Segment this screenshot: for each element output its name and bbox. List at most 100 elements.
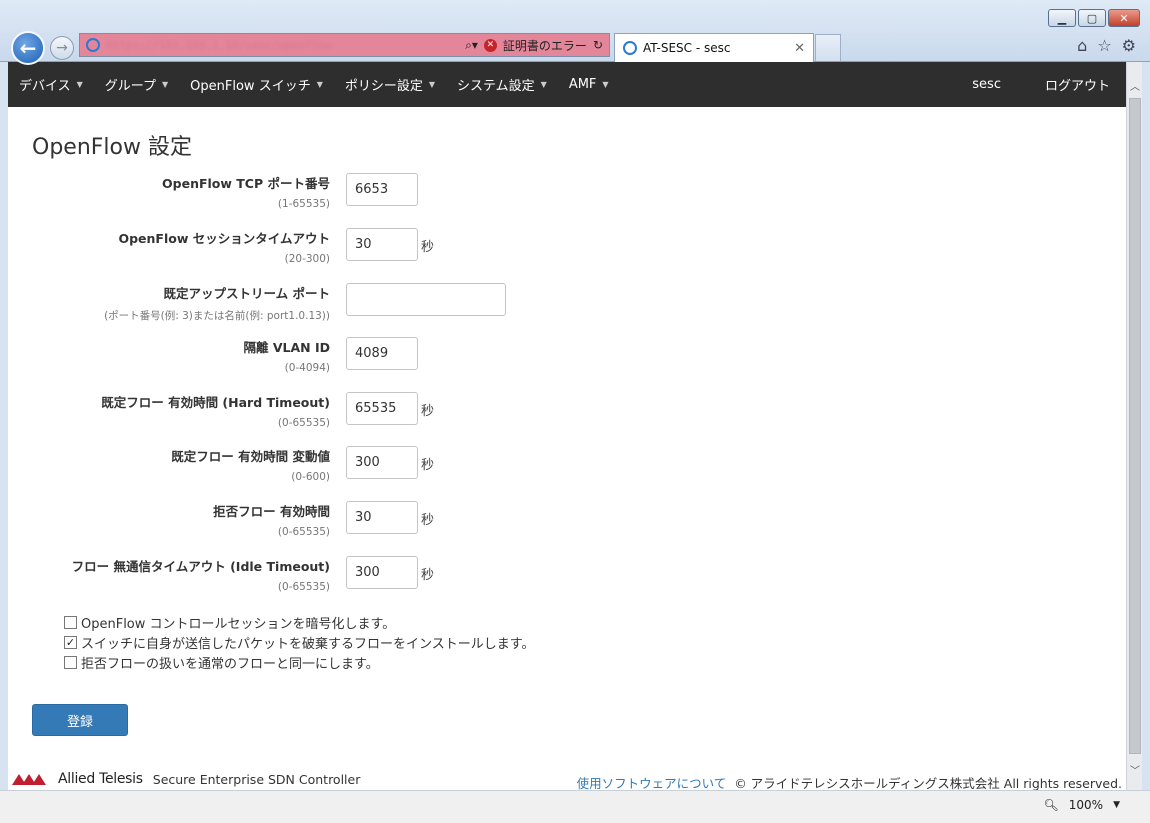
- new-tab-button[interactable]: [815, 34, 841, 61]
- unit-label: 秒: [421, 240, 435, 255]
- vertical-scrollbar[interactable]: ︿ ﹀: [1126, 62, 1142, 790]
- field-hint: (0-4094): [284, 362, 330, 374]
- chevron-down-icon: ▼: [428, 80, 436, 89]
- idle-timeout-input[interactable]: [346, 556, 418, 589]
- close-window-button[interactable]: ✕: [1108, 9, 1140, 27]
- field-label-group: 隔離 VLAN ID (0-4094): [243, 337, 330, 374]
- close-tab-icon[interactable]: ✕: [794, 41, 805, 56]
- hard-timeout-input[interactable]: [346, 392, 418, 425]
- field-label: 既定フロー 有効時間 変動値: [171, 449, 330, 464]
- tcp-port-input[interactable]: [346, 173, 418, 206]
- checkbox-encrypt-session[interactable]: OpenFlow コントロールセッションを暗号化します。: [64, 613, 395, 632]
- field-row-isolation-vlan: 隔離 VLAN ID (0-4094): [8, 337, 1126, 387]
- field-label: 既定アップストリーム ポート: [163, 286, 330, 301]
- field-hint: (0-65535): [277, 581, 330, 593]
- field-label-group: 既定アップストリーム ポート (ポート番号(例: 3)または名前(例: port…: [104, 283, 330, 323]
- minimize-button[interactable]: ▁: [1048, 9, 1076, 27]
- field-label-group: 既定フロー 有効時間 (Hard Timeout) (0-65535): [101, 392, 330, 429]
- field-label: OpenFlow TCP ポート番号: [162, 176, 330, 191]
- scroll-down-icon[interactable]: ﹀: [1127, 760, 1143, 778]
- address-url-text: https://192.168.1.10/sesc/openflow: [106, 38, 332, 52]
- search-icon[interactable]: ⌕▾: [465, 38, 478, 53]
- favorites-star-icon[interactable]: ☆: [1097, 36, 1111, 55]
- field-hint: (0-65535): [277, 526, 330, 538]
- gear-icon[interactable]: ⚙: [1122, 36, 1136, 55]
- field-hint: (1-65535): [277, 198, 330, 210]
- field-row-timeout-variance: 既定フロー 有効時間 変動値 (0-600) 秒: [8, 446, 1126, 496]
- allied-telesis-logo-icon: [12, 773, 52, 785]
- page-title: OpenFlow 設定: [32, 135, 192, 160]
- cert-error-label[interactable]: 証明書のエラー: [503, 37, 587, 54]
- nav-devices[interactable]: デバイス ▼: [8, 62, 94, 107]
- field-label: 拒否フロー 有効時間: [213, 504, 330, 519]
- checkbox-label: 拒否フローの扱いを通常のフローと同一にします。: [81, 657, 379, 672]
- zoom-level: 100%: [1068, 798, 1104, 812]
- field-hint: (ポート番号(例: 3)または名前(例: port1.0.13)): [104, 310, 330, 322]
- checkbox-label: OpenFlow コントロールセッションを暗号化します。: [81, 617, 396, 632]
- checkbox-unchecked[interactable]: [64, 616, 77, 629]
- nav-user[interactable]: sesc: [956, 62, 1029, 107]
- chevron-down-icon: ▼: [162, 80, 169, 89]
- field-label: 既定フロー 有効時間 (Hard Timeout): [101, 395, 330, 410]
- nav-label: システム設定: [457, 79, 535, 94]
- maximize-button[interactable]: ▢: [1078, 9, 1106, 27]
- upstream-port-input[interactable]: [346, 283, 506, 316]
- scroll-up-icon[interactable]: ︿: [1127, 76, 1143, 94]
- nav-label: AMF: [568, 77, 597, 92]
- nav-right: sesc ログアウト: [956, 62, 1126, 107]
- forward-button[interactable]: →: [50, 36, 74, 60]
- address-bar[interactable]: https://192.168.1.10/sesc/openflow ⌕▾ ✕ …: [79, 33, 610, 57]
- submit-button[interactable]: 登録: [32, 704, 128, 736]
- chevron-down-icon: ▼: [316, 80, 323, 89]
- nav-openflow-switch[interactable]: OpenFlow スイッチ ▼: [179, 62, 334, 107]
- nav-system-settings[interactable]: システム設定 ▼: [446, 62, 558, 107]
- field-label: OpenFlow セッションタイムアウト: [118, 231, 330, 246]
- app-navbar: デバイス ▼ グループ ▼ OpenFlow スイッチ ▼ ポリシー設定 ▼ システム設…: [8, 62, 1126, 107]
- timeout-variance-input[interactable]: [346, 446, 418, 479]
- nav-logout[interactable]: ログアウト: [1029, 62, 1126, 107]
- browser-tab[interactable]: AT-SESC - sesc ✕: [614, 33, 814, 62]
- checkbox-unchecked[interactable]: [64, 656, 77, 669]
- field-row-upstream-port: 既定アップストリーム ポート (ポート番号(例: 3)または名前(例: port…: [8, 283, 1126, 333]
- address-actions: ⌕▾ ✕ 証明書のエラー ↻: [440, 34, 609, 56]
- field-hint: (20-300): [284, 253, 330, 265]
- zoom-control[interactable]: 🔍︎ 100% ▼: [1044, 798, 1120, 812]
- unit-label: 秒: [421, 404, 435, 419]
- checkbox-drop-own-packets[interactable]: ✓ スイッチに自身が送信したパケットを破棄するフローをインストールします。: [64, 633, 534, 652]
- field-row-session-timeout: OpenFlow セッションタイムアウト (20-300) 秒: [8, 228, 1126, 278]
- refresh-icon[interactable]: ↻: [593, 38, 603, 52]
- chevron-down-icon: ▼: [76, 80, 83, 89]
- chevron-down-icon: ▼: [540, 80, 547, 89]
- window-controls: ▁ ▢ ✕: [1048, 9, 1140, 27]
- unit-label: 秒: [421, 568, 435, 583]
- nav-amf[interactable]: AMF ▼: [558, 62, 620, 107]
- field-row-idle-timeout: フロー 無通信タイムアウト (Idle Timeout) (0-65535) 秒: [8, 556, 1126, 606]
- status-bar: 🔍︎ 100% ▼: [0, 790, 1150, 823]
- unit-label: 秒: [421, 458, 435, 473]
- scroll-thumb[interactable]: [1129, 98, 1141, 754]
- nav-label: ポリシー設定: [344, 79, 423, 94]
- address-url[interactable]: https://192.168.1.10/sesc/openflow: [80, 34, 440, 56]
- home-icon[interactable]: ⌂: [1077, 36, 1087, 55]
- back-button[interactable]: ←: [11, 31, 45, 65]
- cert-error-icon: ✕: [483, 38, 497, 52]
- field-label-group: 既定フロー 有効時間 変動値 (0-600): [171, 446, 330, 483]
- session-timeout-input[interactable]: [346, 228, 418, 261]
- nav-policy-settings[interactable]: ポリシー設定 ▼: [334, 62, 446, 107]
- tab-title: AT-SESC - sesc: [643, 41, 731, 55]
- nav-label: グループ: [104, 79, 157, 94]
- checkbox-deny-flow-normal[interactable]: 拒否フローの扱いを通常のフローと同一にします。: [64, 653, 379, 672]
- field-label-group: OpenFlow TCP ポート番号 (1-65535): [162, 173, 330, 210]
- field-hint: (0-600): [291, 471, 330, 483]
- checkbox-checked-icon[interactable]: ✓: [64, 636, 77, 649]
- field-label: フロー 無通信タイムアウト (Idle Timeout): [71, 559, 330, 574]
- nav-groups[interactable]: グループ ▼: [94, 62, 179, 107]
- field-label-group: フロー 無通信タイムアウト (Idle Timeout) (0-65535): [72, 556, 330, 593]
- deny-timeout-input[interactable]: [346, 501, 418, 534]
- isolation-vlan-input[interactable]: [346, 337, 418, 370]
- field-hint: (0-65535): [277, 417, 330, 429]
- field-row-hard-timeout: 既定フロー 有効時間 (Hard Timeout) (0-65535) 秒: [8, 392, 1126, 442]
- chevron-down-icon[interactable]: ▼: [1113, 800, 1120, 810]
- nav-label: OpenFlow スイッチ: [190, 79, 311, 94]
- ie-icon: [86, 38, 100, 52]
